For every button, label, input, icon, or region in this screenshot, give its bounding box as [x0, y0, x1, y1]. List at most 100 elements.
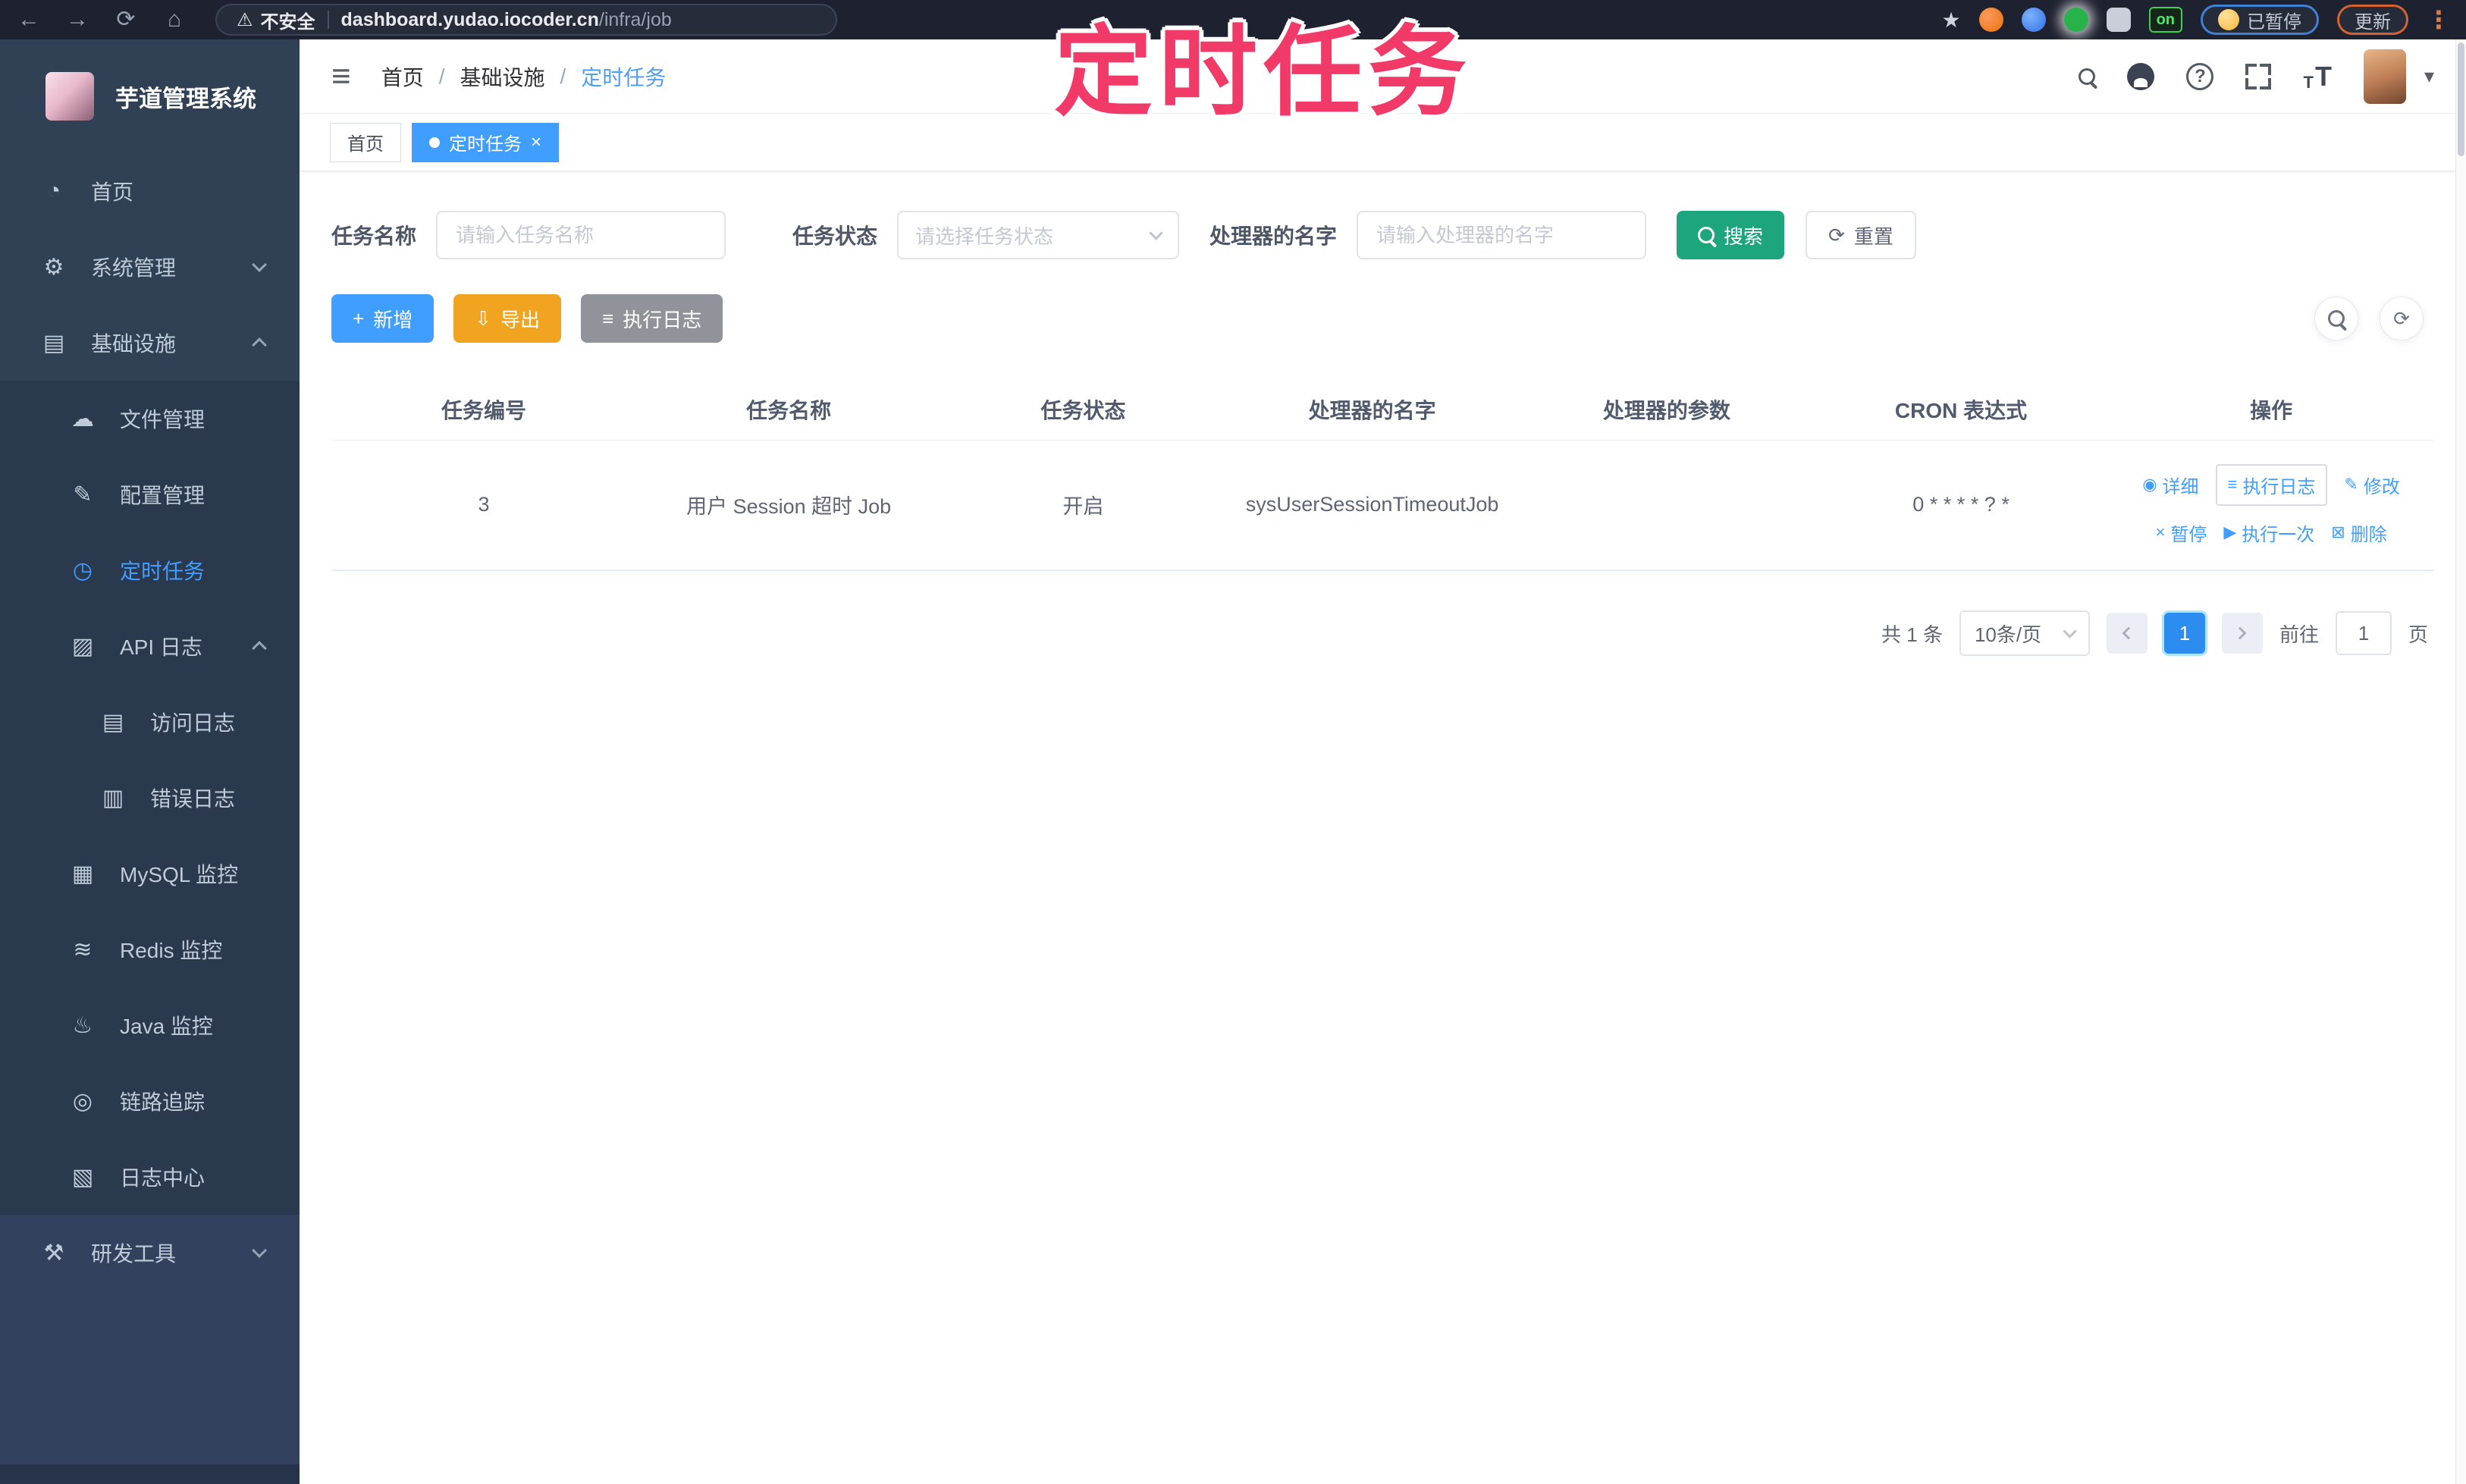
paused-button[interactable]: 已暂停 — [2201, 5, 2319, 35]
browser-menu-icon[interactable]: ⋮ — [2427, 5, 2451, 34]
font-size-icon[interactable]: T T — [2303, 61, 2331, 93]
tools-icon: ⚒ — [43, 1240, 64, 1266]
add-button[interactable]: + 新增 — [331, 294, 435, 343]
browser-home-icon[interactable]: ⌂ — [161, 0, 188, 39]
pagination: 共 1 条 10条/页 1 前往 页 — [331, 610, 2434, 656]
sidebar-item-tracing[interactable]: ◎ 链路追踪 — [0, 1063, 300, 1139]
exec-log-label: 执行日志 — [623, 308, 702, 331]
tag-scheduled-tasks[interactable]: 定时任务 × — [412, 122, 560, 162]
sidebar-item-infrastructure[interactable]: ▤ 基础设施 — [0, 305, 300, 381]
github-icon[interactable] — [2127, 62, 2155, 90]
bookmark-star-icon[interactable]: ★ — [1941, 8, 1960, 33]
grid-icon: ▤ — [42, 330, 65, 356]
browser-reload-icon[interactable]: ⟳ — [112, 0, 140, 39]
breadcrumb-home[interactable]: 首页 — [381, 61, 424, 92]
handler-name-input[interactable] — [1357, 211, 1647, 259]
search-button[interactable]: 搜索 — [1677, 211, 1785, 259]
fullscreen-icon[interactable] — [2245, 63, 2272, 89]
search-icon — [2328, 310, 2345, 327]
task-status-select[interactable]: 请选择任务状态 — [897, 211, 1180, 259]
extension-icon[interactable] — [2021, 8, 2046, 32]
sidebar-item-mysql-monitor[interactable]: ▦ MySQL 监控 — [0, 836, 300, 911]
scrollbar-thumb[interactable] — [2458, 42, 2464, 156]
reset-label: 重置 — [1853, 224, 1893, 248]
address-bar[interactable]: ⚠ 不安全 dashboard.yudao.iocoder.cn/infra/j… — [215, 4, 837, 36]
sidebar-item-api-logs[interactable]: ▨ API 日志 — [0, 608, 300, 684]
extensions-puzzle-icon[interactable] — [2106, 8, 2131, 32]
chevron-down-icon[interactable]: ▾ — [2424, 64, 2434, 88]
task-name-input[interactable] — [436, 211, 726, 259]
pause-icon: × — [2155, 522, 2166, 542]
edit-link[interactable]: ✎ 修改 — [2344, 472, 2399, 498]
pause-link[interactable]: × 暂停 — [2155, 519, 2207, 546]
search-icon[interactable] — [2079, 67, 2096, 85]
stack-icon: ≋ — [73, 937, 93, 962]
security-warning[interactable]: ⚠ 不安全 — [237, 7, 315, 33]
logo-image — [45, 72, 94, 121]
reset-button[interactable]: ⟳ 重置 — [1806, 211, 1916, 259]
security-label: 不安全 — [260, 11, 315, 33]
extension-icon[interactable] — [2063, 8, 2088, 32]
sidebar-item-config-management[interactable]: ✎ 配置管理 — [0, 456, 300, 532]
trash-icon: ⊠ — [2331, 522, 2345, 542]
exec-log-label: 执行日志 — [2242, 476, 2316, 497]
goto-page-input[interactable] — [2335, 611, 2392, 655]
sidebar-item-scheduled-tasks[interactable]: ◷ 定时任务 — [0, 532, 300, 608]
refresh-button[interactable]: ⟳ — [2380, 296, 2424, 340]
browser-back-icon[interactable]: ← — [15, 0, 42, 39]
column-header-id: 任务编号 — [331, 379, 637, 441]
jobs-table: 任务编号 任务名称 任务状态 处理器的名字 处理器的参数 CRON 表达式 操作… — [331, 379, 2434, 571]
run-once-link[interactable]: ▶ 执行一次 — [2223, 519, 2314, 546]
toggle-search-button[interactable] — [2314, 296, 2358, 340]
sidebar-item-dev-tools[interactable]: ⚒ 研发工具 — [0, 1215, 300, 1291]
page-url[interactable]: dashboard.yudao.iocoder.cn/infra/job — [341, 9, 672, 31]
sidebar-item-label: 文件管理 — [120, 408, 206, 431]
refresh-icon: ⟳ — [1828, 224, 1845, 246]
breadcrumb-current: 定时任务 — [581, 65, 667, 89]
sidebar-item-label: 基础设施 — [91, 332, 177, 356]
warning-icon: ⚠ — [237, 9, 253, 30]
goto-label: 前往 — [2279, 623, 2319, 646]
main-area: ≡ 首页 / 基础设施 / 定时任务 ? T T ▾ 首页 定时任务 × 任务名… — [300, 39, 2466, 1484]
sidebar: 芋道管理系统 ◔ 首页 ⚙ 系统管理 ▤ 基础设施 ☁ 文件管理 ✎ 配置管理 … — [0, 39, 300, 1484]
tag-home[interactable]: 首页 — [330, 122, 401, 162]
sidebar-collapse-icon[interactable]: ≡ — [331, 59, 351, 93]
table-settings: ⟳ — [2314, 296, 2424, 340]
sidebar-item-access-logs[interactable]: ▤ 访问日志 — [0, 684, 300, 760]
app-logo[interactable]: 芋道管理系统 — [0, 39, 300, 153]
chevron-left-icon — [2122, 626, 2135, 640]
sidebar-item-home[interactable]: ◔ 首页 — [0, 153, 300, 229]
detail-link[interactable]: ◉ 详细 — [2142, 472, 2198, 498]
sidebar-item-log-center[interactable]: ▧ 日志中心 — [0, 1139, 300, 1215]
user-avatar[interactable] — [2363, 49, 2406, 104]
browser-forward-icon[interactable]: → — [64, 0, 91, 39]
breadcrumb-infrastructure[interactable]: 基础设施 — [460, 61, 544, 92]
update-button[interactable]: 更新 — [2337, 5, 2408, 35]
prev-page-button[interactable] — [2106, 613, 2148, 654]
sidebar-item-error-logs[interactable]: ▥ 错误日志 — [0, 760, 300, 836]
sidebar-item-system[interactable]: ⚙ 系统管理 — [0, 229, 300, 305]
help-icon[interactable]: ? — [2186, 62, 2214, 90]
scrollbar-track[interactable] — [2455, 39, 2466, 1484]
extension-on-badge[interactable]: on — [2148, 7, 2182, 33]
add-label: 新增 — [373, 308, 413, 331]
sidebar-item-redis-monitor[interactable]: ≋ Redis 监控 — [0, 911, 300, 987]
next-page-button[interactable] — [2221, 613, 2263, 654]
gear-icon: ⚙ — [43, 254, 64, 280]
page-size-select[interactable]: 10条/页 — [1959, 610, 2090, 656]
delete-link[interactable]: ⊠ 删除 — [2331, 519, 2386, 546]
row-exec-log-link[interactable]: ≡ 执行日志 — [2215, 463, 2328, 506]
current-page-button[interactable]: 1 — [2163, 613, 2205, 654]
tag-label: 定时任务 — [449, 134, 522, 155]
sidebar-item-java-monitor[interactable]: ♨ Java 监控 — [0, 987, 300, 1063]
sidebar-item-label: 访问日志 — [150, 711, 236, 735]
sidebar-item-file-management[interactable]: ☁ 文件管理 — [0, 381, 300, 456]
exec-log-button[interactable]: ≡ 执行日志 — [581, 294, 723, 343]
navbar-actions: ? T T ▾ — [2079, 49, 2434, 104]
extension-icon[interactable] — [1978, 8, 2003, 32]
document-icon: ▤ — [102, 709, 124, 735]
sidebar-item-label: 首页 — [91, 180, 134, 204]
export-button[interactable]: ⇩ 导出 — [453, 294, 562, 343]
refresh-icon: ⟳ — [2393, 306, 2410, 330]
close-icon[interactable]: × — [531, 133, 541, 152]
